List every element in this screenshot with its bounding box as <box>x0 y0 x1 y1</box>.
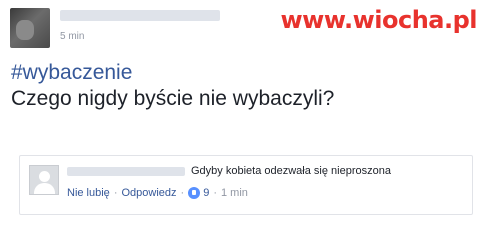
comment-timestamp[interactable]: 1 min <box>221 187 248 199</box>
post-timestamp[interactable]: 5 min <box>60 31 84 42</box>
separator: · <box>213 187 217 199</box>
post-hashtag[interactable]: #wybaczenie <box>11 60 334 86</box>
separator: · <box>113 187 118 199</box>
comment-actions: Nie lubię · Odpowiedz · 9 · 1 min <box>67 187 248 199</box>
comment: Gdyby kobieta odezwała się nieproszona N… <box>19 155 473 215</box>
like-count[interactable]: 9 <box>203 187 209 199</box>
unlike-link[interactable]: Nie lubię <box>67 187 110 199</box>
post-question: Czego nigdy byście nie wybaczyli? <box>11 87 335 110</box>
separator: · <box>180 187 185 199</box>
reply-link[interactable]: Odpowiedz <box>121 187 176 199</box>
poster-name-redacted[interactable] <box>60 10 220 21</box>
poster-avatar[interactable] <box>10 8 50 48</box>
thumbs-up-icon[interactable] <box>188 187 201 199</box>
commenter-avatar[interactable] <box>29 165 59 195</box>
site-watermark: www.wiocha.pl <box>280 6 477 34</box>
comment-text: Gdyby kobieta odezwała się nieproszona <box>191 165 391 177</box>
post-body: #wybaczenie Czego nigdy byście nie wybac… <box>11 60 334 112</box>
commenter-name-redacted[interactable] <box>67 167 185 176</box>
